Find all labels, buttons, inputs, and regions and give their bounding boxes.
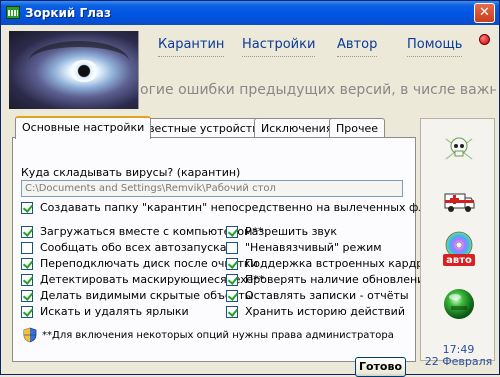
nav-author-link[interactable]: Автор bbox=[337, 37, 378, 57]
checkbox-box[interactable] bbox=[226, 306, 238, 318]
checkbox-label: Делать видимыми скрытые объекты bbox=[40, 289, 254, 302]
iris-shape bbox=[69, 60, 99, 82]
title-bar[interactable]: Зоркий Глаз ✕ bbox=[1, 1, 499, 25]
checkbox-box[interactable] bbox=[226, 258, 238, 270]
quarantine-path-field[interactable] bbox=[21, 180, 403, 197]
app-icon bbox=[6, 6, 20, 19]
close-button[interactable]: ✕ bbox=[474, 3, 495, 23]
side-panel: авто 17:49 22 Февраля bbox=[420, 118, 495, 368]
auto-label: авто bbox=[446, 255, 472, 266]
ambulance-icon[interactable] bbox=[441, 182, 477, 218]
tab-exclusions[interactable]: Исключения bbox=[254, 118, 340, 138]
nav-help-link[interactable]: Помощь bbox=[407, 37, 463, 57]
clock-date: 22 Февраля bbox=[424, 355, 493, 368]
header-area: Карантин Настройки Автор Помощь огие оши… bbox=[7, 29, 496, 109]
nav-settings-link[interactable]: Настройки bbox=[242, 37, 316, 57]
checkbox-label: Сообщать обо всех автозапусках bbox=[40, 241, 234, 254]
green-orb-icon[interactable] bbox=[441, 286, 477, 322]
news-ticker: огие ошибки предыдущих версий, в числе в… bbox=[140, 82, 496, 98]
nav-quarantine-link[interactable]: Карантин bbox=[158, 37, 225, 57]
checkbox-box[interactable] bbox=[21, 226, 33, 238]
admin-shield-icon bbox=[23, 327, 37, 343]
checkbox-label: Хранить историю действий bbox=[245, 305, 405, 318]
checkbox-box[interactable] bbox=[226, 274, 238, 286]
checkbox-box[interactable] bbox=[21, 290, 33, 302]
skull-crossbones-icon[interactable] bbox=[441, 131, 477, 167]
admin-rights-note: **Для включения некоторых опций нужны пр… bbox=[42, 330, 394, 341]
checkbox-box[interactable] bbox=[21, 258, 33, 270]
checkbox-label: Искать и удалять ярлыки bbox=[40, 305, 189, 318]
checkbox-box[interactable] bbox=[21, 274, 33, 286]
tab-strip: Основные настройки Известные устройства … bbox=[15, 116, 395, 139]
checkbox-label: Создавать папку "карантин" непосредствен… bbox=[40, 201, 463, 214]
checkbox-label: "Ненавязчивый" режим bbox=[245, 241, 382, 254]
checkbox-label: Разрешить звук bbox=[245, 225, 338, 238]
client-area: Карантин Настройки Автор Помощь огие оши… bbox=[4, 26, 497, 377]
checkbox-box[interactable] bbox=[226, 290, 238, 302]
red-status-dot-icon[interactable] bbox=[479, 34, 490, 45]
checkbox-box[interactable] bbox=[226, 226, 238, 238]
cd-auto-icon[interactable]: авто bbox=[441, 231, 477, 267]
checkbox-box[interactable] bbox=[21, 242, 33, 254]
settings-tab-panel: Основные настройки Известные устройства … bbox=[12, 116, 465, 362]
top-navigation: Карантин Настройки Автор Помощь bbox=[154, 37, 474, 59]
checkbox-label: Оставлять записки - отчёты bbox=[245, 289, 409, 302]
done-button[interactable]: Готово bbox=[355, 357, 406, 377]
tab-main-settings[interactable]: Основные настройки bbox=[15, 116, 152, 139]
tab-other[interactable]: Прочее bbox=[329, 118, 386, 138]
eye-logo-image bbox=[9, 31, 139, 109]
main-window: Зоркий Глаз ✕ Карантин Настройки Автор П… bbox=[0, 0, 500, 377]
tab-body: Куда складывать вирусы? (карантин) Созда… bbox=[12, 137, 465, 362]
checkbox-box[interactable] bbox=[226, 242, 238, 254]
checkbox-box[interactable] bbox=[21, 202, 33, 214]
quarantine-question-label: Куда складывать вирусы? (карантин) bbox=[21, 166, 241, 179]
checkbox-label: Проверять наличие обновлений bbox=[245, 273, 432, 286]
window-title: Зоркий Глаз bbox=[25, 6, 112, 20]
checkbox-box[interactable] bbox=[21, 306, 33, 318]
